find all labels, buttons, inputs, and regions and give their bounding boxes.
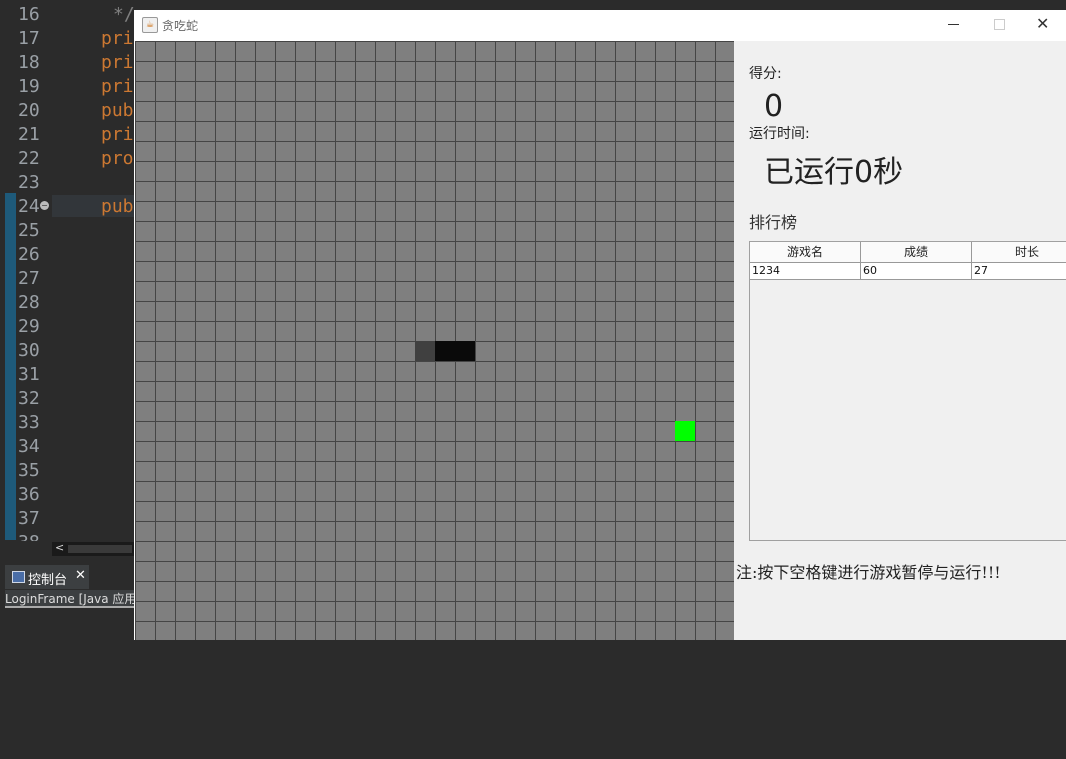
scroll-left-icon[interactable]: < — [55, 541, 64, 554]
column-header-name[interactable]: 游戏名 — [750, 242, 861, 263]
line-number: 26 — [18, 244, 40, 265]
line-number: 34 — [18, 436, 40, 457]
divider — [5, 606, 134, 608]
snake-segment — [435, 341, 455, 361]
line-number: 18 — [18, 52, 40, 73]
score-value: 0 — [764, 89, 784, 124]
food-block — [675, 421, 695, 441]
time-value: 已运行0秒 — [764, 155, 904, 190]
line-number: 19 — [18, 76, 40, 97]
code-line[interactable]: pri — [101, 51, 134, 75]
game-board[interactable] — [135, 41, 735, 640]
minimize-button[interactable] — [948, 24, 959, 25]
code-line[interactable]: pub — [101, 195, 134, 219]
table-cell[interactable]: 1234 — [750, 263, 861, 280]
line-number: 21 — [18, 124, 40, 145]
line-number: 28 — [18, 292, 40, 313]
line-number: 16 — [18, 4, 40, 25]
leaderboard-table[interactable]: 游戏名 成绩 时长 1234 60 27 — [749, 241, 1066, 541]
line-number: 36 — [18, 484, 40, 505]
line-number: 23 — [18, 172, 40, 193]
scrollbar-thumb[interactable] — [68, 545, 132, 553]
code-line[interactable]: */ — [113, 3, 135, 27]
fold-toggle-icon[interactable]: − — [40, 201, 49, 210]
table-header: 游戏名 成绩 时长 — [750, 242, 1066, 263]
line-number: 31 — [18, 364, 40, 385]
time-label: 运行时间: — [749, 126, 810, 142]
ide-change-bar — [5, 193, 16, 540]
code-line[interactable]: pro — [101, 147, 134, 171]
score-label: 得分: — [749, 66, 782, 82]
line-number: 38 — [18, 531, 48, 541]
line-number: 22 — [18, 148, 40, 169]
line-number: 33 — [18, 412, 40, 433]
hint-text: 注:按下空格键进行游戏暂停与运行!!! — [736, 563, 1001, 582]
line-number: 35 — [18, 460, 40, 481]
info-panel: 得分: 0 运行时间: 已运行0秒 排行榜 游戏名 成绩 时长 1234 60 … — [734, 41, 1066, 640]
snake-segment — [455, 341, 475, 361]
java-icon: ☕ — [142, 17, 158, 33]
window-titlebar[interactable]: ☕ 贪吃蛇 ✕ — [134, 10, 1066, 41]
tab-console-label: 控制台 — [28, 573, 68, 588]
table-cell[interactable]: 27 — [972, 263, 1066, 280]
close-icon[interactable]: ✕ — [75, 568, 86, 583]
close-button[interactable]: ✕ — [1036, 14, 1049, 33]
column-header-duration[interactable]: 时长 — [972, 242, 1066, 263]
console-icon — [12, 571, 25, 583]
line-number: 27 — [18, 268, 40, 289]
line-number: 17 — [18, 28, 40, 49]
code-line[interactable]: pri — [101, 27, 134, 51]
code-line[interactable]: pub — [101, 99, 134, 123]
line-number: 32 — [18, 388, 40, 409]
table-cell[interactable]: 60 — [861, 263, 972, 280]
line-number: 25 — [18, 220, 40, 241]
line-number: 20 — [18, 100, 40, 121]
code-line[interactable]: pri — [101, 75, 134, 99]
maximize-button[interactable] — [994, 19, 1005, 30]
game-window: ☕ 贪吃蛇 ✕ 得分: 0 运行时间: 已运行0秒 排行榜 游戏名 成绩 时长 … — [134, 10, 1066, 640]
line-number: 29 — [18, 316, 40, 337]
tab-console[interactable]: 控制台 ✕ — [5, 565, 89, 589]
leaderboard-label: 排行榜 — [749, 213, 798, 232]
column-header-score[interactable]: 成绩 — [861, 242, 972, 263]
window-title: 贪吃蛇 — [162, 19, 199, 33]
editor-horizontal-scrollbar[interactable]: < — [52, 541, 134, 556]
line-number: 30 — [18, 340, 40, 361]
snake-head — [415, 341, 435, 361]
code-line[interactable]: pri — [101, 123, 134, 147]
line-number: 37 — [18, 508, 40, 529]
